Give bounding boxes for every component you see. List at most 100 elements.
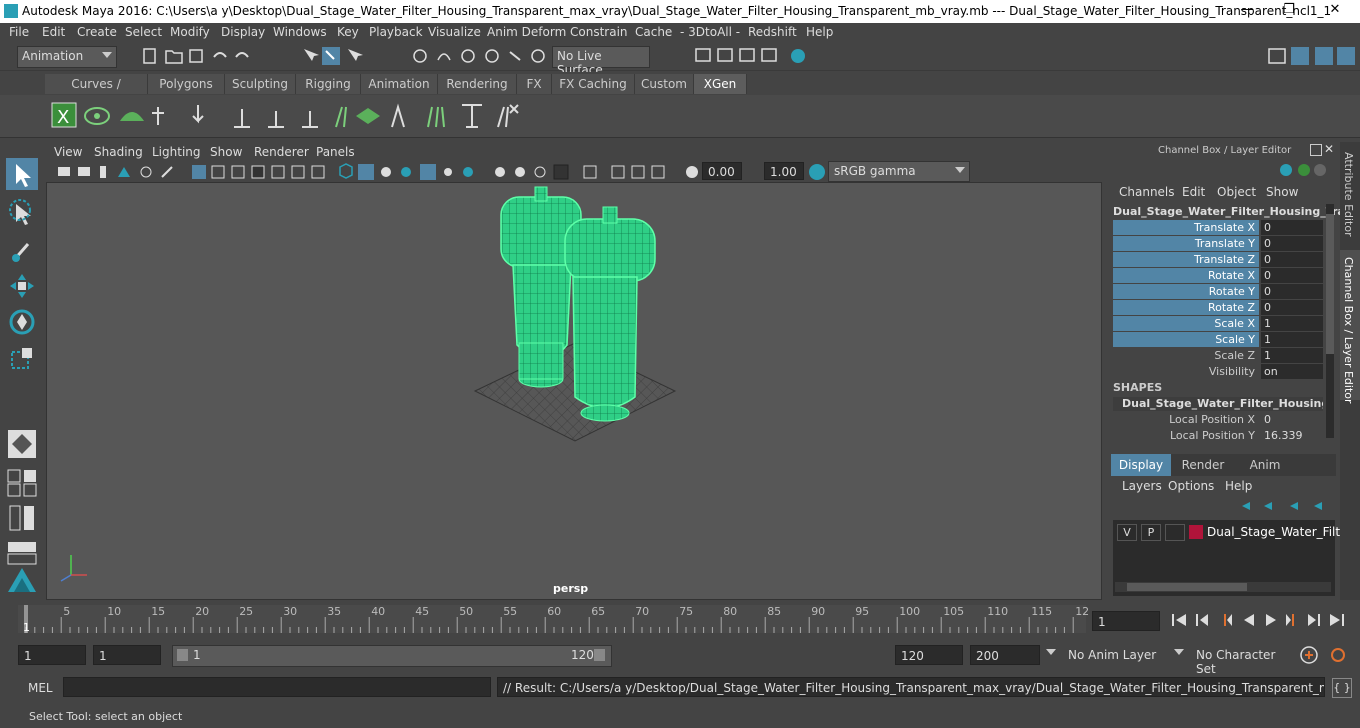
menu-help[interactable]: Help	[806, 25, 833, 39]
menu-3dtoall[interactable]: - 3DtoAll -	[680, 25, 740, 39]
tab-render[interactable]: Render	[1173, 454, 1233, 476]
range-slider-start-handle[interactable]	[177, 649, 188, 661]
character-set-dropdown[interactable]: No Character Set	[1190, 644, 1292, 676]
tab-xgen[interactable]: XGen	[694, 74, 747, 94]
channel-scale-z-value[interactable]: 1	[1261, 348, 1323, 363]
paint-select-tool-icon[interactable]	[6, 234, 38, 266]
chevron-down-icon[interactable]	[1046, 649, 1056, 655]
playback-end-field[interactable]: 120	[895, 645, 963, 665]
mel-label[interactable]: MEL	[28, 681, 53, 695]
mel-command-input[interactable]	[63, 677, 491, 697]
menu-playback[interactable]: Playback	[369, 25, 423, 39]
go-to-end-icon[interactable]	[1330, 614, 1344, 626]
tab-fx[interactable]: FX	[517, 74, 552, 94]
lasso-tool-icon[interactable]	[6, 196, 38, 228]
single-pane-layout-icon[interactable]	[6, 428, 38, 460]
playback-start-field[interactable]: 1	[93, 645, 161, 665]
menu-windows[interactable]: Windows	[273, 25, 327, 39]
live-surface-field[interactable]: No Live Surface	[552, 46, 650, 77]
maya-mash-icon[interactable]	[6, 564, 38, 596]
mode-dropdown[interactable]: Animation	[17, 46, 117, 68]
menu-visualize[interactable]: Visualize	[428, 25, 481, 39]
tab-attribute-editor[interactable]: Attribute Editor	[1342, 152, 1355, 237]
tab-display[interactable]: Display	[1111, 454, 1171, 476]
current-frame-field[interactable]: 1	[1092, 611, 1160, 631]
maximize-button[interactable]: ❐	[1274, 2, 1304, 20]
channel-translate-z-value[interactable]: 0	[1261, 252, 1323, 267]
channel-translate-x-label[interactable]: Translate X	[1113, 220, 1259, 235]
move-tool-icon[interactable]	[6, 270, 38, 302]
tab-fx-caching[interactable]: FX Caching	[552, 74, 635, 94]
scene-start-field[interactable]: 1	[18, 645, 86, 665]
channel-box-tool-icons[interactable]	[1278, 160, 1328, 180]
menu-modify[interactable]: Modify	[170, 25, 210, 39]
menu-constrain[interactable]: Constrain	[570, 25, 628, 39]
four-pane-layout-icon[interactable]	[6, 466, 38, 498]
tab-anim[interactable]: Anim	[1235, 454, 1295, 476]
play-backwards-icon[interactable]	[1244, 614, 1254, 626]
menu-anim-deform[interactable]: Anim Deform	[487, 25, 566, 39]
layer-menu-options[interactable]: Options	[1168, 479, 1214, 493]
viewport-toolbar-icons[interactable]	[56, 163, 706, 181]
viewport-menu-shading[interactable]: Shading	[94, 145, 143, 159]
menu-select[interactable]: Select	[125, 25, 162, 39]
cb-menu-show[interactable]: Show	[1266, 185, 1298, 199]
channel-rotate-x-value[interactable]: 0	[1261, 268, 1323, 283]
anim-layer-dropdown[interactable]: No Anim Layer	[1062, 644, 1164, 666]
menu-display[interactable]: Display	[221, 25, 265, 39]
outliner-layout-icon[interactable]	[6, 502, 38, 534]
menu-file[interactable]: File	[9, 25, 29, 39]
menu-create[interactable]: Create	[77, 25, 117, 39]
close-panel-icon[interactable]: ✕	[1324, 142, 1334, 156]
channel-scale-y-label[interactable]: Scale Y	[1113, 332, 1259, 347]
minimize-button[interactable]: —	[1232, 2, 1262, 20]
layer-playback-toggle[interactable]: P	[1141, 524, 1161, 541]
menu-redshift[interactable]: Redshift	[748, 25, 797, 39]
channel-scale-z-label[interactable]: Scale Z	[1113, 348, 1259, 363]
viewport-menu-view[interactable]: View	[54, 145, 82, 159]
step-back-icon[interactable]	[1196, 614, 1208, 626]
menu-edit[interactable]: Edit	[42, 25, 65, 39]
channel-rotate-x-label[interactable]: Rotate X	[1113, 268, 1259, 283]
shape-local-position-x-label[interactable]: Local Position X	[1113, 412, 1259, 427]
layer-color-swatch[interactable]	[1189, 525, 1203, 539]
shape-local-position-y-value[interactable]: 16.339	[1261, 428, 1323, 443]
key-prefs-icons[interactable]	[1298, 644, 1354, 666]
step-back-key-icon[interactable]	[1224, 614, 1232, 626]
cb-menu-edit[interactable]: Edit	[1182, 185, 1205, 199]
range-slider[interactable]: 1 120	[172, 645, 612, 667]
layer-menu-layers[interactable]: Layers	[1122, 479, 1162, 493]
float-panel-icon[interactable]	[1310, 144, 1322, 156]
channel-scale-x-label[interactable]: Scale X	[1113, 316, 1259, 331]
layer-list-scrollbar[interactable]	[1115, 582, 1331, 592]
close-button[interactable]: ✕	[1320, 2, 1350, 20]
step-forward-key-icon[interactable]	[1286, 614, 1294, 626]
step-forward-icon[interactable]	[1308, 614, 1320, 626]
channel-translate-y-label[interactable]: Translate Y	[1113, 236, 1259, 251]
channel-rotate-z-value[interactable]: 0	[1261, 300, 1323, 315]
snap-icons[interactable]	[410, 46, 550, 66]
script-editor-icon[interactable]: { }	[1332, 678, 1352, 698]
viewport-menu-renderer[interactable]: Renderer	[254, 145, 309, 159]
channel-visibility-value[interactable]: on	[1261, 364, 1323, 379]
shape-local-position-x-value[interactable]: 0	[1261, 412, 1323, 427]
channel-rotate-z-label[interactable]: Rotate Z	[1113, 300, 1259, 315]
xgen-shelf-icons[interactable]: X	[48, 99, 528, 133]
channel-scale-y-value[interactable]: 1	[1261, 332, 1323, 347]
rotate-tool-icon[interactable]	[6, 306, 38, 338]
channel-rotate-y-label[interactable]: Rotate Y	[1113, 284, 1259, 299]
workspace-icons[interactable]	[1265, 45, 1357, 67]
select-tool-icon[interactable]	[6, 158, 38, 190]
range-slider-end-handle[interactable]	[594, 649, 605, 661]
layer-menu-help[interactable]: Help	[1225, 479, 1252, 493]
chevron-down-icon[interactable]	[1174, 649, 1184, 655]
viewport-menu-show[interactable]: Show	[210, 145, 242, 159]
tab-custom[interactable]: Custom	[635, 74, 694, 94]
channel-scale-x-value[interactable]: 1	[1261, 316, 1323, 331]
tab-channel-box-layer-editor[interactable]: Channel Box / Layer Editor	[1342, 257, 1355, 404]
cb-menu-channels[interactable]: Channels	[1119, 185, 1175, 199]
tab-rendering[interactable]: Rendering	[438, 74, 517, 94]
tab-rigging[interactable]: Rigging	[296, 74, 361, 94]
selection-mask-icons[interactable]	[298, 45, 368, 67]
cb-menu-object[interactable]: Object	[1217, 185, 1256, 199]
